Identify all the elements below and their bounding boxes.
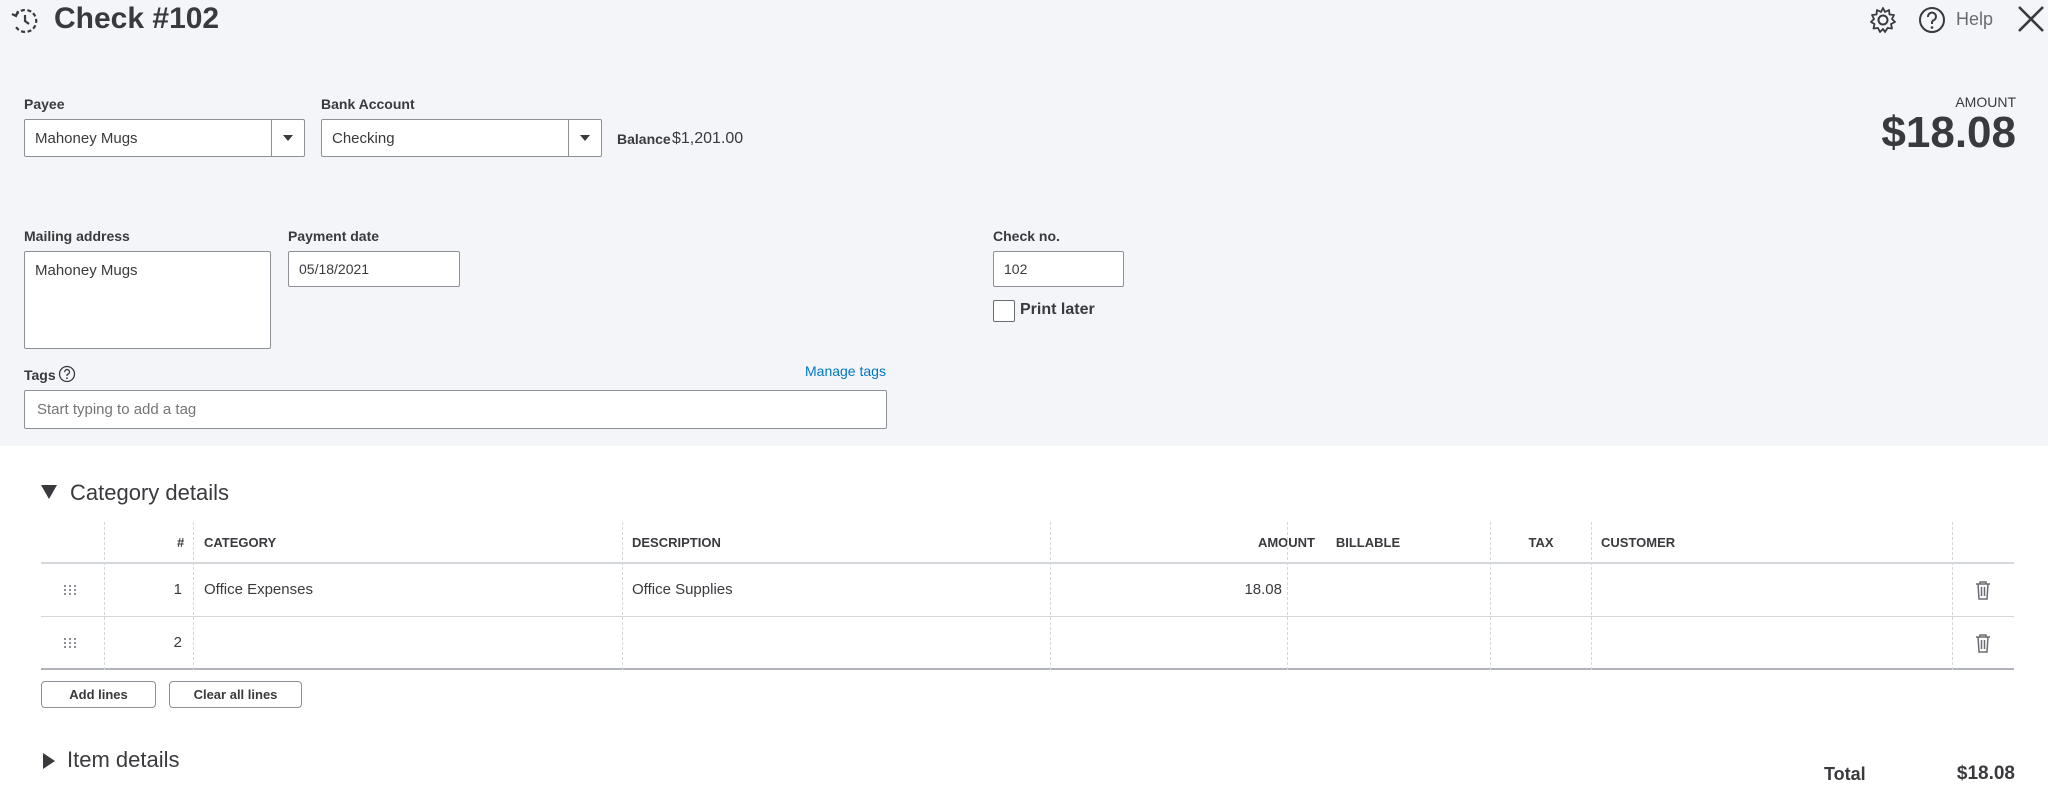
col-customer: CUSTOMER — [1601, 535, 1676, 550]
row-number: 2 — [173, 634, 182, 651]
row-description[interactable]: Office Supplies — [632, 581, 733, 598]
column-divider — [193, 522, 194, 670]
column-divider — [1952, 522, 1953, 670]
column-divider — [1050, 522, 1051, 670]
col-number: # — [177, 535, 185, 550]
caret-down-icon[interactable] — [40, 484, 58, 500]
column-divider — [1591, 522, 1592, 670]
check-no-label: Check no. — [993, 228, 1060, 244]
col-tax: TAX — [1528, 535, 1554, 550]
category-details-title[interactable]: Category details — [70, 480, 229, 506]
bank-account-dropdown-button[interactable] — [569, 120, 601, 156]
payment-date-field[interactable]: 05/18/2021 — [288, 251, 460, 287]
payee-value: Mahoney Mugs — [25, 120, 272, 156]
tags-label: Tags — [24, 367, 56, 383]
row-number: 1 — [173, 581, 182, 598]
tags-input[interactable] — [24, 390, 887, 429]
caret-right-icon[interactable] — [42, 752, 56, 770]
total-value: $18.08 — [1956, 763, 2015, 784]
payee-dropdown-button[interactable] — [272, 120, 304, 156]
close-icon[interactable] — [2016, 4, 2046, 34]
column-divider — [1287, 522, 1288, 670]
chevron-down-icon — [580, 135, 590, 141]
gear-icon[interactable] — [1869, 6, 1897, 34]
history-icon[interactable] — [10, 6, 40, 36]
bank-account-value: Checking — [322, 120, 569, 156]
row-amount[interactable]: 18.08 — [1244, 581, 1282, 598]
column-divider — [1490, 522, 1491, 670]
manage-tags-link[interactable]: Manage tags — [805, 363, 886, 379]
print-later-label: Print later — [1020, 301, 1095, 318]
table-header: # CATEGORY DESCRIPTION AMOUNT BILLABLE T… — [41, 522, 2014, 564]
item-details-title[interactable]: Item details — [67, 747, 180, 773]
mailing-address-label: Mailing address — [24, 228, 130, 244]
chevron-down-icon — [283, 135, 293, 141]
clear-all-lines-button[interactable]: Clear all lines — [169, 681, 302, 708]
help-link[interactable]: Help — [1956, 9, 1993, 30]
mailing-address-field[interactable]: Mahoney Mugs — [24, 251, 271, 349]
column-divider — [622, 522, 623, 670]
check-no-field[interactable]: 102 — [993, 251, 1124, 287]
add-lines-button[interactable]: Add lines — [41, 681, 156, 708]
trash-icon[interactable] — [1975, 633, 1991, 653]
bank-account-label: Bank Account — [321, 96, 415, 112]
page-title: Check #102 — [54, 2, 220, 35]
payee-select[interactable]: Mahoney Mugs — [24, 119, 305, 157]
payee-label: Payee — [24, 96, 65, 112]
amount-value: $18.08 — [1881, 108, 2016, 157]
table-row[interactable]: 1 Office Expenses Office Supplies 18.08 — [41, 565, 2014, 617]
table-row[interactable]: 2 — [41, 618, 2014, 670]
bank-account-select[interactable]: Checking — [321, 119, 602, 157]
col-description: DESCRIPTION — [632, 535, 721, 550]
drag-handle-icon[interactable] — [64, 585, 76, 595]
balance-label: Balance — [617, 131, 671, 147]
help-circle-icon[interactable] — [58, 365, 76, 383]
total-label: Total — [1824, 764, 1866, 784]
trash-icon[interactable] — [1975, 580, 1991, 600]
form-header-panel — [0, 0, 2048, 446]
balance-value: $1,201.00 — [672, 130, 744, 147]
col-category: CATEGORY — [204, 535, 277, 550]
column-divider — [104, 522, 105, 670]
payment-date-label: Payment date — [288, 228, 380, 244]
row-category[interactable]: Office Expenses — [204, 581, 313, 598]
print-later-checkbox[interactable] — [993, 300, 1015, 322]
drag-handle-icon[interactable] — [64, 638, 76, 648]
help-circle-icon[interactable] — [1918, 6, 1946, 34]
col-billable: BILLABLE — [1335, 535, 1401, 550]
